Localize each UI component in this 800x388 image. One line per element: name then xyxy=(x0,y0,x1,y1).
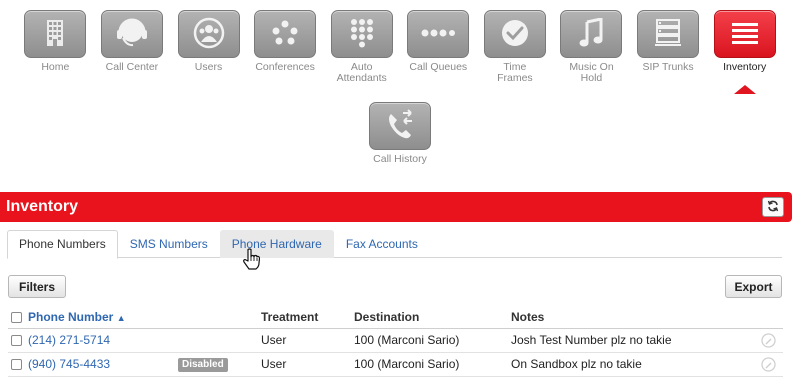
notes-cell: Josh Test Number plz no takie xyxy=(511,333,672,347)
nav-music-on-hold-tile xyxy=(560,10,623,58)
page-title: Inventory xyxy=(6,198,79,215)
filters-button[interactable]: Filters xyxy=(8,275,66,298)
nav-sip-trunks[interactable]: SIP Trunks xyxy=(630,10,707,94)
nav-call-history-tile xyxy=(369,102,431,150)
export-button[interactable]: Export xyxy=(725,275,782,298)
phone-numbers-table: Phone Number ▲ Treatment Destination Not… xyxy=(8,307,783,377)
music-note-icon xyxy=(579,16,603,51)
refresh-icon xyxy=(767,200,779,215)
row-checkbox[interactable] xyxy=(11,335,22,346)
users-icon xyxy=(193,17,225,52)
table-row[interactable]: (214) 271-5714 User 100 (Marconi Sario) … xyxy=(8,329,783,353)
nav-auto-attendants[interactable]: Auto Attendants xyxy=(323,10,400,94)
destination-cell: 100 (Marconi Sario) xyxy=(354,357,460,371)
nav-sip-trunks-tile xyxy=(637,10,700,58)
nav-time-frames[interactable]: Time Frames xyxy=(477,10,554,94)
column-header-destination[interactable]: Destination xyxy=(354,307,419,328)
treatment-cell: User xyxy=(261,333,287,347)
headset-icon xyxy=(115,18,149,51)
nav-inventory-tile xyxy=(713,10,776,58)
nav-call-center-label: Call Center xyxy=(105,61,159,73)
call-history-icon xyxy=(384,108,416,144)
treatment-cell: User xyxy=(261,357,287,371)
nav-call-center[interactable]: Call Center xyxy=(94,10,171,94)
secondary-nav: Call History xyxy=(0,102,800,165)
edit-notes-icon[interactable] xyxy=(761,357,776,372)
inventory-tabs: Phone Numbers SMS Numbers Phone Hardware… xyxy=(7,230,782,259)
refresh-button[interactable] xyxy=(762,197,784,217)
nav-inventory-label: Inventory xyxy=(723,61,767,73)
conference-icon xyxy=(270,20,300,49)
nav-auto-attendants-label: Auto Attendants xyxy=(336,61,387,84)
inventory-header: Inventory xyxy=(0,192,792,222)
column-header-treatment[interactable]: Treatment xyxy=(261,307,318,328)
tab-sms-numbers[interactable]: SMS Numbers xyxy=(118,230,220,258)
tab-fax-accounts[interactable]: Fax Accounts xyxy=(334,230,430,258)
table-header-row: Phone Number ▲ Treatment Destination Not… xyxy=(8,307,783,329)
nav-auto-attendants-tile xyxy=(330,10,393,58)
list-icon xyxy=(731,21,759,48)
nav-time-frames-tile xyxy=(483,10,546,58)
nav-call-history-label: Call History xyxy=(373,153,427,165)
notes-cell: On Sandbox plz no takie xyxy=(511,357,642,371)
tab-phone-hardware[interactable]: Phone Hardware xyxy=(219,230,334,258)
nav-time-frames-label: Time Frames xyxy=(497,61,533,84)
nav-users-tile xyxy=(177,10,240,58)
nav-users[interactable]: Users xyxy=(170,10,247,94)
nav-call-queues-label: Call Queues xyxy=(409,61,468,73)
nav-conferences[interactable]: Conferences xyxy=(247,10,324,94)
nav-conferences-tile xyxy=(254,10,317,58)
main-nav: Home Call Center Users Conferences Auto … xyxy=(0,10,800,94)
active-indicator-arrow xyxy=(733,85,756,94)
queue-icon xyxy=(421,27,456,41)
tab-phone-numbers[interactable]: Phone Numbers xyxy=(7,230,118,259)
nav-call-center-tile xyxy=(100,10,163,58)
nav-call-history[interactable]: Call History xyxy=(362,102,439,165)
nav-users-label: Users xyxy=(194,61,223,73)
server-icon xyxy=(653,18,683,51)
sort-ascending-icon: ▲ xyxy=(116,313,126,323)
destination-cell: 100 (Marconi Sario) xyxy=(354,333,460,347)
row-checkbox[interactable] xyxy=(11,359,22,370)
nav-home-tile xyxy=(24,10,87,58)
column-header-phone-number[interactable]: Phone Number ▲ xyxy=(28,307,126,329)
column-header-notes[interactable]: Notes xyxy=(511,307,544,328)
select-all-checkbox[interactable] xyxy=(11,312,22,323)
column-header-phone-number-label: Phone Number xyxy=(28,310,114,324)
nav-sip-trunks-label: SIP Trunks xyxy=(642,61,694,73)
building-icon xyxy=(46,19,64,50)
nav-home[interactable]: Home xyxy=(17,10,94,94)
nav-home-label: Home xyxy=(41,61,70,73)
status-badge: Disabled xyxy=(178,358,228,372)
nav-music-on-hold-label: Music On Hold xyxy=(569,61,614,84)
phone-number-link[interactable]: (940) 745-4433 xyxy=(28,353,110,376)
nav-music-on-hold[interactable]: Music On Hold xyxy=(553,10,630,94)
phone-number-link[interactable]: (214) 271-5714 xyxy=(28,329,110,352)
nav-call-queues-tile xyxy=(407,10,470,58)
keypad-icon xyxy=(350,18,374,51)
nav-inventory[interactable]: Inventory xyxy=(706,10,783,94)
table-row[interactable]: (940) 745-4433 Disabled User 100 (Marcon… xyxy=(8,353,783,377)
nav-conferences-label: Conferences xyxy=(255,61,315,73)
edit-notes-icon[interactable] xyxy=(761,333,776,348)
nav-call-queues[interactable]: Call Queues xyxy=(400,10,477,94)
clock-icon xyxy=(500,18,530,51)
